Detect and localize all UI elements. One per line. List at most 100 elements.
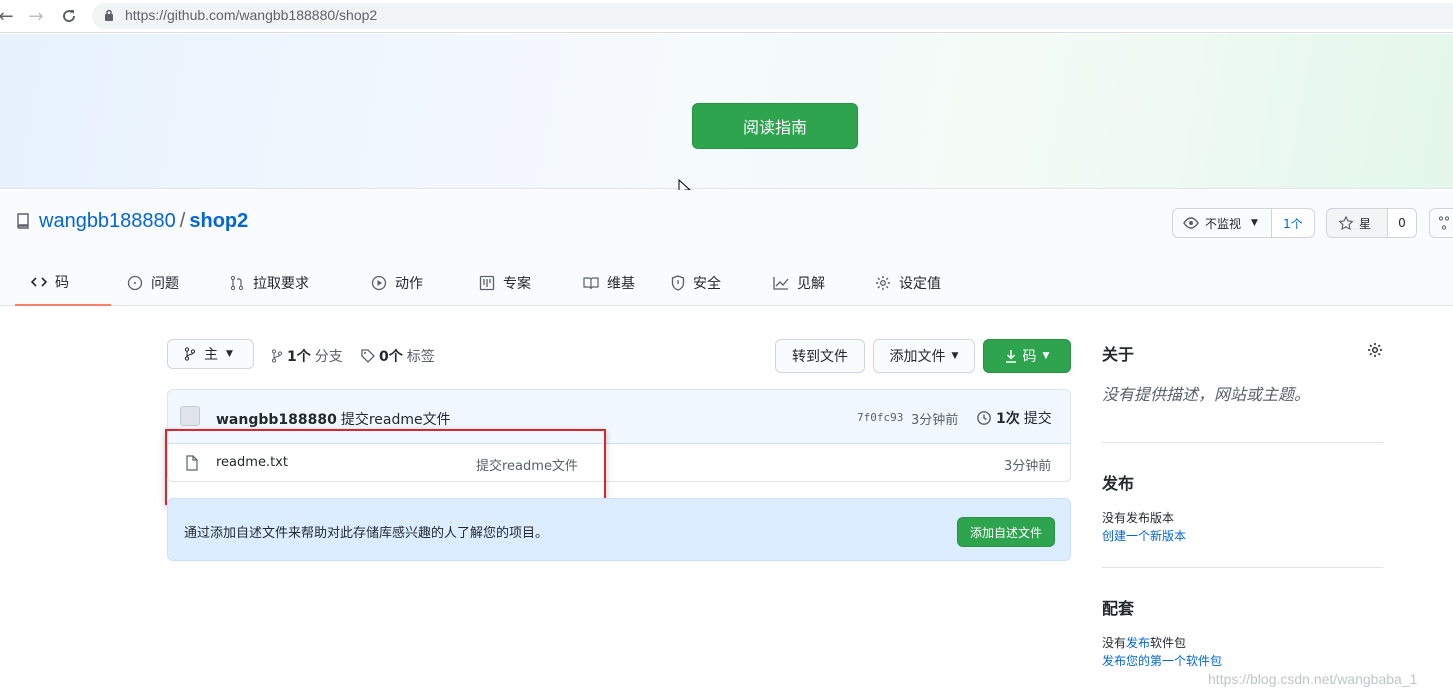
- create-release-link[interactable]: 创建一个新版本: [1102, 527, 1186, 544]
- repo-nav-tabs: 码 问题 拉取要求 动作 专案 维基 安全 见解 设定值: [15, 260, 975, 306]
- tab-label: 问题: [151, 276, 179, 292]
- play-icon: [371, 275, 387, 291]
- add-file-label: 添加文件: [889, 349, 946, 365]
- branch-icon: [184, 347, 196, 361]
- repo-header: wangbb188880/shop2 不监视 ▼ 1个 星 0 码 问题 拉取要…: [0, 190, 1453, 306]
- publish-link[interactable]: 发布: [1126, 636, 1150, 650]
- go-to-file-button[interactable]: 转到文件: [775, 339, 865, 373]
- tab-label: 见解: [797, 276, 825, 292]
- releases-heading: 发布: [1102, 474, 1135, 493]
- gear-icon[interactable]: [1367, 342, 1383, 362]
- commit-count-label: 提交: [1023, 411, 1052, 427]
- tab-issues[interactable]: 问题: [111, 260, 213, 306]
- commit-author-link[interactable]: wangbb188880: [216, 412, 337, 428]
- repo-name-link[interactable]: shop2: [189, 210, 248, 232]
- caret-down-icon: ▼: [1251, 218, 1258, 228]
- fork-icon: [1438, 216, 1450, 230]
- branch-count: 1个: [287, 349, 311, 365]
- address-bar[interactable]: https://github.com/wangbb188880/shop2: [92, 3, 1453, 29]
- repo-owner-link[interactable]: wangbb188880: [39, 210, 176, 232]
- tab-security[interactable]: 安全: [655, 260, 757, 306]
- tab-projects[interactable]: 专案: [463, 260, 567, 306]
- commit-history-link[interactable]: 1次 提交: [976, 408, 1052, 428]
- url-text: https://github.com/wangbb188880/shop2: [125, 7, 378, 23]
- tab-settings[interactable]: 设定值: [859, 260, 975, 306]
- forward-icon[interactable]: →: [24, 4, 48, 28]
- tab-label: 专案: [503, 276, 531, 292]
- caret-down-icon: ▼: [226, 349, 233, 359]
- star-label: 星: [1359, 216, 1372, 231]
- branch-label: 分支: [314, 349, 343, 365]
- project-icon: [479, 275, 495, 291]
- tab-label: 拉取要求: [253, 276, 309, 292]
- history-icon: [977, 411, 991, 425]
- tab-actions[interactable]: 动作: [355, 260, 463, 306]
- tag-icon: [361, 349, 375, 363]
- tab-label: 维基: [607, 276, 635, 292]
- commit-message-link[interactable]: 提交readme文件: [341, 412, 451, 428]
- add-file-button[interactable]: 添加文件 ▼: [873, 339, 975, 373]
- tab-label: 码: [55, 275, 69, 291]
- packages-none-prefix: 没有: [1102, 636, 1127, 650]
- add-readme-button[interactable]: 添加自述文件: [957, 517, 1055, 547]
- commit-sha-link[interactable]: 7f0fc93: [857, 411, 903, 424]
- tags-link[interactable]: 0个 标签: [361, 346, 435, 366]
- divider: [1102, 567, 1383, 568]
- branch-name: 主: [204, 347, 218, 363]
- tab-label: 设定值: [899, 276, 941, 292]
- tab-code[interactable]: 码: [15, 260, 111, 306]
- watch-button[interactable]: 不监视 ▼: [1172, 208, 1272, 238]
- gear-icon: [876, 276, 890, 290]
- onboarding-banner: 阅读指南: [0, 34, 1453, 189]
- code-download-button[interactable]: 码 ▼: [983, 339, 1071, 373]
- caret-down-icon: ▼: [951, 351, 959, 361]
- book-icon: [583, 277, 599, 290]
- about-heading: 关于: [1102, 345, 1135, 364]
- issue-icon: [127, 275, 143, 291]
- releases-none-text: 没有发布版本: [1102, 511, 1175, 525]
- packages-none-text: 没有发布软件包: [1102, 634, 1186, 651]
- eye-icon: [1183, 217, 1199, 229]
- watermark-text: https://blog.csdn.net/wangbaba_1: [1208, 671, 1418, 687]
- download-icon: [1005, 350, 1016, 363]
- repo-title: wangbb188880/shop2: [39, 210, 248, 233]
- pull-request-icon: [230, 275, 244, 291]
- code-label: 码: [1022, 349, 1037, 365]
- star-button[interactable]: 星: [1326, 208, 1388, 238]
- divider: [1102, 442, 1383, 443]
- tab-label: 安全: [693, 276, 721, 292]
- watch-label: 不监视: [1205, 216, 1242, 231]
- shield-icon: [671, 275, 685, 291]
- tag-count: 0个: [379, 349, 403, 365]
- annotation-highlight-box: [165, 429, 606, 505]
- star-count[interactable]: 0: [1387, 208, 1417, 238]
- graph-icon: [773, 277, 789, 290]
- publish-package-link[interactable]: 发布您的第一个软件包: [1102, 652, 1222, 669]
- code-icon: [31, 277, 47, 287]
- readme-prompt: 通过添加自述文件来帮助对此存储库感兴趣的人了解您的项目。 添加自述文件: [167, 498, 1071, 561]
- commit-time: 3分钟前: [911, 413, 959, 428]
- tab-pull-requests[interactable]: 拉取要求: [213, 260, 355, 306]
- branches-link[interactable]: 1个 分支: [271, 346, 343, 366]
- packages-none-suffix: 软件包: [1150, 636, 1187, 650]
- caret-down-icon: ▼: [1042, 351, 1050, 361]
- back-icon[interactable]: ←: [0, 4, 18, 28]
- file-commit-time: 3分钟前: [1004, 459, 1052, 474]
- tab-insights[interactable]: 见解: [757, 260, 859, 306]
- browser-toolbar: ← → https://github.com/wangbb188880/shop…: [0, 0, 1453, 33]
- watch-count[interactable]: 1个: [1271, 208, 1315, 238]
- branch-icon: [271, 349, 283, 363]
- avatar[interactable]: [180, 406, 200, 426]
- repo-icon: [16, 213, 30, 233]
- about-description: 没有提供描述，网站或主题。: [1102, 385, 1311, 404]
- fork-button[interactable]: [1429, 208, 1453, 238]
- branch-select-button[interactable]: 主 ▼: [167, 339, 254, 369]
- read-guide-button[interactable]: 阅读指南: [692, 103, 858, 149]
- commit-count: 1次: [996, 411, 1020, 427]
- tag-label: 标签: [406, 349, 435, 365]
- reload-icon[interactable]: [57, 4, 81, 28]
- packages-heading: 配套: [1102, 599, 1135, 618]
- repo-separator: /: [179, 210, 186, 232]
- tab-wiki[interactable]: 维基: [567, 260, 655, 306]
- lock-icon: [104, 9, 114, 25]
